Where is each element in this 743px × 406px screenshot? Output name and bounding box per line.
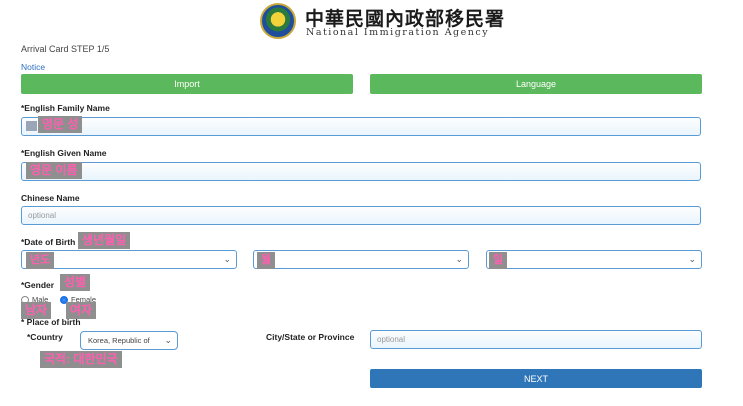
step-title: Arrival Card STEP 1/5 xyxy=(21,44,110,54)
redaction-block xyxy=(26,121,37,131)
birth-day-annotation: 일 xyxy=(489,252,508,269)
next-button[interactable]: NEXT xyxy=(370,369,702,388)
dob-label: *Date of Birth xyxy=(21,237,76,247)
chevron-down-icon: ⌄ xyxy=(223,254,231,264)
agency-name-en: National Immigration Agency xyxy=(306,27,490,38)
chevron-down-icon: ⌄ xyxy=(164,335,172,345)
family-name-input[interactable] xyxy=(21,117,701,136)
gender-label: *Gender xyxy=(21,280,55,290)
birth-day-select[interactable]: ⌄ xyxy=(486,250,702,269)
language-button[interactable]: Language xyxy=(370,74,702,94)
chevron-down-icon: ⌄ xyxy=(688,254,696,264)
city-label: City/State or Province xyxy=(266,332,355,342)
birth-year-annotation: 년도 xyxy=(26,252,55,269)
chinese-name-input[interactable]: optional xyxy=(21,206,701,225)
given-name-label: *English Given Name xyxy=(21,148,107,158)
import-button[interactable]: Import xyxy=(21,74,353,94)
given-name-annotation: 영문 이름 xyxy=(26,162,82,179)
country-label: *Country xyxy=(27,332,63,342)
chevron-down-icon: ⌄ xyxy=(455,254,463,264)
notice-link[interactable]: Notice xyxy=(21,62,45,72)
chinese-name-label: Chinese Name xyxy=(21,193,80,203)
nia-emblem-icon xyxy=(260,3,296,39)
chinese-name-placeholder: optional xyxy=(28,211,57,220)
family-name-label: *English Family Name xyxy=(21,103,110,113)
dob-annotation: 생년월일 xyxy=(78,232,131,249)
birth-month-select[interactable]: ⌄ xyxy=(253,250,469,269)
city-placeholder: optional xyxy=(377,335,406,344)
city-input[interactable]: optional xyxy=(370,330,702,349)
country-annotation: 국적: 대한민국 xyxy=(40,351,122,368)
birth-month-annotation: 월 xyxy=(257,252,276,269)
gender-annotation: 성별 xyxy=(60,274,91,291)
given-name-input[interactable] xyxy=(21,162,701,181)
family-name-annotation: 영문 성 xyxy=(38,116,83,133)
country-select[interactable]: Korea, Republic of ⌄ xyxy=(80,331,178,350)
country-value: Korea, Republic of xyxy=(88,336,150,345)
place-of-birth-label: * Place of birth xyxy=(21,317,81,327)
